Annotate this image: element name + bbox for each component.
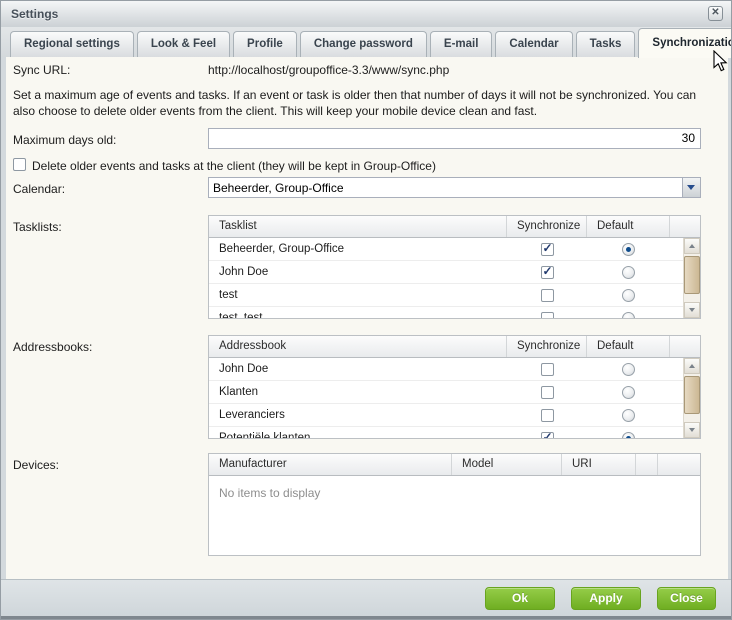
synchronize-checkbox[interactable] — [541, 409, 554, 422]
synchronize-checkbox[interactable] — [541, 243, 554, 256]
synchronize-checkbox[interactable] — [541, 266, 554, 279]
table-row[interactable]: John Doe — [209, 261, 700, 284]
tasklist-name: test_test — [209, 312, 507, 318]
devices-grid: Manufacturer Model URI No items to displ… — [208, 453, 701, 556]
table-row[interactable]: Beheerder, Group-Office — [209, 238, 700, 261]
table-row[interactable]: test_test — [209, 307, 700, 318]
tasklists-grid: Tasklist Synchronize Default Beheerder, … — [208, 215, 701, 319]
tab-strip: Regional settings Look & Feel Profile Ch… — [1, 27, 731, 57]
column-header-default[interactable]: Default — [587, 216, 670, 237]
delete-older-label: Delete older events and tasks at the cli… — [32, 159, 436, 173]
scroll-up-icon[interactable] — [684, 238, 700, 254]
table-row[interactable]: Potentiële klanten — [209, 427, 700, 438]
max-days-input[interactable]: 30 — [208, 128, 701, 149]
column-header-default[interactable]: Default — [587, 336, 670, 357]
tab-calendar[interactable]: Calendar — [495, 31, 572, 57]
description-text: Set a maximum age of events and tasks. I… — [13, 88, 717, 119]
default-radio[interactable] — [622, 409, 635, 422]
addressbook-name: Leveranciers — [209, 409, 507, 421]
max-days-label: Maximum days old: — [13, 133, 116, 147]
tab-look-and-feel[interactable]: Look & Feel — [137, 31, 230, 57]
column-header-synchronize[interactable]: Synchronize — [507, 336, 587, 357]
tasklist-name: Beheerder, Group-Office — [209, 243, 507, 255]
column-header-synchronize[interactable]: Synchronize — [507, 216, 587, 237]
column-header-uri[interactable]: URI — [562, 454, 636, 475]
scrollbar-thumb[interactable] — [684, 376, 700, 414]
synchronize-checkbox[interactable] — [541, 386, 554, 399]
settings-dialog: Settings ✕ Regional settings Look & Feel… — [0, 0, 732, 620]
sync-url-value: http://localhost/groupoffice-3.3/www/syn… — [208, 63, 449, 77]
addressbook-name: Potentiële klanten — [209, 432, 507, 438]
calendar-combo-trigger[interactable] — [682, 178, 700, 197]
column-header-spacer — [670, 336, 700, 357]
empty-grid-text: No items to display — [219, 486, 320, 500]
synchronize-checkbox[interactable] — [541, 312, 554, 319]
devices-label: Devices: — [13, 458, 59, 472]
default-radio[interactable] — [622, 243, 635, 256]
tab-change-password[interactable]: Change password — [300, 31, 427, 57]
synchronize-checkbox[interactable] — [541, 289, 554, 302]
sync-url-label: Sync URL: — [13, 63, 70, 77]
calendar-combobox[interactable]: Beheerder, Group-Office — [208, 177, 701, 198]
table-row[interactable]: test — [209, 284, 700, 307]
dialog-title: Settings — [11, 7, 58, 21]
default-radio[interactable] — [622, 312, 635, 319]
scroll-down-icon[interactable] — [684, 302, 700, 318]
tab-email[interactable]: E-mail — [430, 31, 493, 57]
addressbook-name: Klanten — [209, 386, 507, 398]
default-radio[interactable] — [622, 289, 635, 302]
default-radio[interactable] — [622, 432, 635, 439]
column-header-spacer — [636, 454, 658, 475]
calendar-label: Calendar: — [13, 182, 65, 196]
tab-tasks[interactable]: Tasks — [576, 31, 636, 57]
column-header-spacer — [658, 454, 700, 475]
chevron-down-icon — [687, 185, 695, 190]
addressbooks-grid-header: Addressbook Synchronize Default — [209, 336, 700, 358]
addressbooks-grid-body: John Doe Klanten Leveranciers Potentiële… — [209, 358, 700, 438]
close-icon[interactable]: ✕ — [708, 6, 723, 21]
column-header-addressbook[interactable]: Addressbook — [209, 336, 507, 357]
title-bar: Settings ✕ — [1, 1, 731, 27]
addressbooks-scrollbar[interactable] — [683, 358, 700, 438]
tasklists-label: Tasklists: — [13, 220, 62, 234]
mouse-cursor-icon — [713, 50, 728, 72]
tab-profile[interactable]: Profile — [233, 31, 297, 57]
column-header-manufacturer[interactable]: Manufacturer — [209, 454, 452, 475]
addressbooks-label: Addressbooks: — [13, 340, 92, 354]
column-header-model[interactable]: Model — [452, 454, 562, 475]
table-row[interactable]: Klanten — [209, 381, 700, 404]
synchronize-checkbox[interactable] — [541, 363, 554, 376]
calendar-combo-value: Beheerder, Group-Office — [213, 181, 344, 195]
tasklist-name: test — [209, 289, 507, 301]
table-row[interactable]: John Doe — [209, 358, 700, 381]
scroll-down-icon[interactable] — [684, 422, 700, 438]
synchronize-checkbox[interactable] — [541, 432, 554, 439]
addressbooks-grid: Addressbook Synchronize Default John Doe… — [208, 335, 701, 439]
table-row[interactable]: Leveranciers — [209, 404, 700, 427]
column-header-tasklist[interactable]: Tasklist — [209, 216, 507, 237]
devices-grid-header: Manufacturer Model URI — [209, 454, 700, 476]
apply-button[interactable]: Apply — [571, 587, 641, 610]
ok-button[interactable]: Ok — [485, 587, 555, 610]
default-radio[interactable] — [622, 266, 635, 279]
column-header-spacer — [670, 216, 700, 237]
addressbook-name: John Doe — [209, 363, 507, 375]
delete-older-checkbox[interactable] — [13, 158, 26, 171]
devices-grid-body: No items to display — [209, 476, 700, 555]
scroll-up-icon[interactable] — [684, 358, 700, 374]
tasklists-grid-body: Beheerder, Group-Office John Doe test te… — [209, 238, 700, 318]
default-radio[interactable] — [622, 363, 635, 376]
tasklists-scrollbar[interactable] — [683, 238, 700, 318]
tab-regional-settings[interactable]: Regional settings — [10, 31, 134, 57]
tasklists-grid-header: Tasklist Synchronize Default — [209, 216, 700, 238]
default-radio[interactable] — [622, 386, 635, 399]
close-button[interactable]: Close — [657, 587, 716, 610]
tasklist-name: John Doe — [209, 266, 507, 278]
footer-bar: Ok Apply Close — [1, 579, 731, 619]
window-bottom-edge — [1, 616, 731, 619]
scrollbar-thumb[interactable] — [684, 256, 700, 294]
